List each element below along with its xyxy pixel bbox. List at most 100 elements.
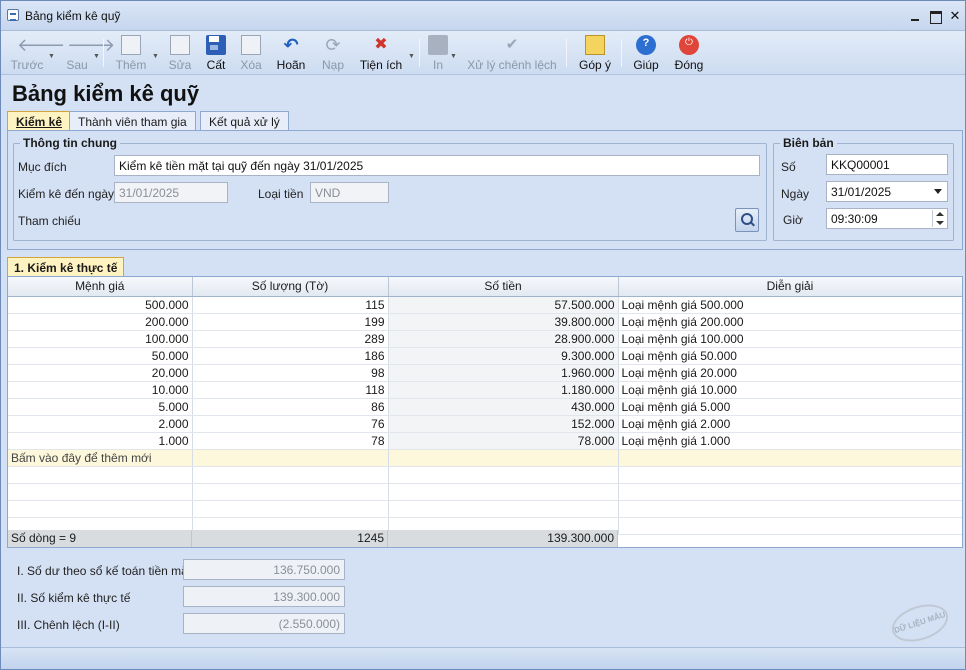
description-cell[interactable]: Loại mệnh giá 500.000 [618,296,962,314]
column-header-denomination[interactable]: Mệnh giá [8,277,193,297]
close-button[interactable]: ⏻ Đóng [672,33,706,73]
purpose-label: Mục đích [18,160,67,174]
column-header-description[interactable]: Diễn giải [618,277,962,297]
table-row[interactable]: 50.000 186 9.300.000 Loại mệnh giá 50.000 [8,347,962,365]
table-row[interactable]: 10.000 118 1.180.000 Loại mệnh giá 10.000 [8,381,962,399]
reload-button[interactable]: ⟳ Nạp [317,33,349,73]
table-row[interactable]: 2.000 76 152.000 Loại mệnh giá 2.000 [8,415,962,433]
toolbar-divider [566,39,567,67]
total-quantity: 1245 [192,530,388,547]
forward-button[interactable]: 🡒 Sau [61,33,115,73]
utilities-button[interactable]: ✖ Tiện ích [357,33,405,73]
denomination-cell[interactable]: 100.000 [8,330,193,348]
table-row[interactable]: 500.000 115 57.500.000 Loại mệnh giá 500.00… [8,296,962,314]
maximize-button[interactable] [927,8,943,24]
close-window-button[interactable]: ✕ [947,8,963,24]
delete-button[interactable]: Xóa [236,33,266,73]
minutes-date-label: Ngày [781,187,810,201]
denomination-cell[interactable]: 5.000 [8,398,193,416]
denomination-cell[interactable]: 10.000 [8,381,193,399]
description-cell[interactable]: Loại mệnh giá 20.000 [618,364,962,382]
column-header-amount[interactable]: Số tiền [388,277,619,297]
add-new-row-text[interactable]: Bấm vào đây để thêm mới [8,449,193,467]
denomination-grid: Mệnh giá Số lượng (Tờ) Số tiền Diễn giải… [7,276,963,548]
description-cell[interactable]: Loại mệnh giá 5.000 [618,398,962,416]
minutes-time-spinner[interactable]: 09:30:09 [826,208,948,229]
denomination-cell[interactable]: 50.000 [8,347,193,365]
minutes-date-picker[interactable]: 31/01/2025 [826,181,948,202]
denomination-cell[interactable]: 200.000 [8,313,193,331]
back-dropdown-icon[interactable]: ▼ [48,53,55,60]
table-row[interactable]: 1.000 78 78.000 Loại mệnh giá 1.000 [8,432,962,450]
add-new-cell[interactable] [618,449,962,467]
denomination-cell[interactable]: 20.000 [8,364,193,382]
table-row[interactable]: 200.000 199 39.800.000 Loại mệnh giá 200.00… [8,313,962,331]
app-icon [7,9,19,21]
quantity-cell[interactable]: 78 [192,432,389,450]
description-cell[interactable]: Loại mệnh giá 100.000 [618,330,962,348]
purpose-input[interactable] [114,155,760,176]
edit-button[interactable]: Sửa [165,33,195,73]
quantity-cell[interactable]: 186 [192,347,389,365]
description-cell[interactable]: Loại mệnh giá 200.000 [618,313,962,331]
add-dropdown-icon[interactable]: ▼ [152,53,159,60]
spin-down-icon[interactable] [936,221,944,225]
minimize-button[interactable] [907,8,923,24]
add-new-row[interactable]: Bấm vào đây để thêm mới [8,449,962,467]
chevron-down-icon[interactable] [934,189,942,194]
quantity-cell[interactable]: 115 [192,296,389,314]
description-cell[interactable]: Loại mệnh giá 10.000 [618,381,962,399]
add-button[interactable]: Thêm [113,33,149,73]
description-cell[interactable]: Loại mệnh giá 50.000 [618,347,962,365]
reload-icon: ⟳ [325,35,341,55]
quantity-cell[interactable]: 76 [192,415,389,433]
minutes-date-value: 31/01/2025 [831,185,892,199]
status-bar [1,647,965,669]
table-row[interactable]: 100.000 289 28.900.000 Loại mệnh giá 100.00… [8,330,962,348]
add-new-cell[interactable] [388,449,619,467]
print-button[interactable]: In [427,33,449,73]
tab-results[interactable]: Kết quả xử lý [200,111,289,131]
reference-label: Tham chiếu [18,214,81,228]
amount-cell: 1.960.000 [388,364,619,382]
amount-cell: 152.000 [388,415,619,433]
description-cell[interactable]: Loại mệnh giá 2.000 [618,415,962,433]
denomination-cell[interactable]: 1.000 [8,432,193,450]
process-difference-button[interactable]: ✔ Xử lý chênh lệch [467,33,557,73]
forward-dropdown-icon[interactable]: ▼ [93,53,100,60]
tab-actual-inventory[interactable]: 1. Kiểm kê thực tế [7,257,125,277]
quantity-cell[interactable]: 118 [192,381,389,399]
quantity-cell[interactable]: 98 [192,364,389,382]
minutes-time-label: Giờ [783,213,803,227]
total-amount: 139.300.000 [388,530,618,547]
column-header-quantity[interactable]: Số lượng (Tờ) [192,277,389,297]
reference-search-button[interactable] [735,208,759,232]
utilities-dropdown-icon[interactable]: ▼ [408,53,415,60]
denomination-cell[interactable]: 500.000 [8,296,193,314]
table-row[interactable]: 5.000 86 430.000 Loại mệnh giá 5.000 [8,398,962,416]
table-row[interactable]: 20.000 98 1.960.000 Loại mệnh giá 20.000 [8,364,962,382]
feedback-button[interactable]: Góp ý [577,33,613,73]
save-button[interactable]: Cất [201,33,231,73]
spin-buttons[interactable] [932,210,946,227]
undo-button[interactable]: ↶ Hoãn [273,33,309,73]
minutes-number-label: Số [781,160,796,174]
add-new-cell[interactable] [192,449,389,467]
inventory-date-input[interactable] [114,182,228,203]
tab-members[interactable]: Thành viên tham gia [69,111,196,131]
description-cell[interactable]: Loại mệnh giá 1.000 [618,432,962,450]
spin-up-icon[interactable] [936,212,944,216]
quantity-cell[interactable]: 289 [192,330,389,348]
currency-input[interactable] [310,182,389,203]
help-button[interactable]: ? Giúp [631,33,661,73]
minutes-number-input[interactable] [826,154,948,175]
back-button[interactable]: 🡐 Trước [9,33,66,73]
tools-icon: ✖ [374,36,388,53]
quantity-cell[interactable]: 86 [192,398,389,416]
print-dropdown-icon[interactable]: ▼ [450,53,457,60]
tab-inventory[interactable]: Kiểm kê [7,111,72,131]
quantity-cell[interactable]: 199 [192,313,389,331]
row-count: Số dòng = 9 [8,530,192,547]
denomination-cell[interactable]: 2.000 [8,415,193,433]
minutes-title: Biên bản [780,136,837,150]
